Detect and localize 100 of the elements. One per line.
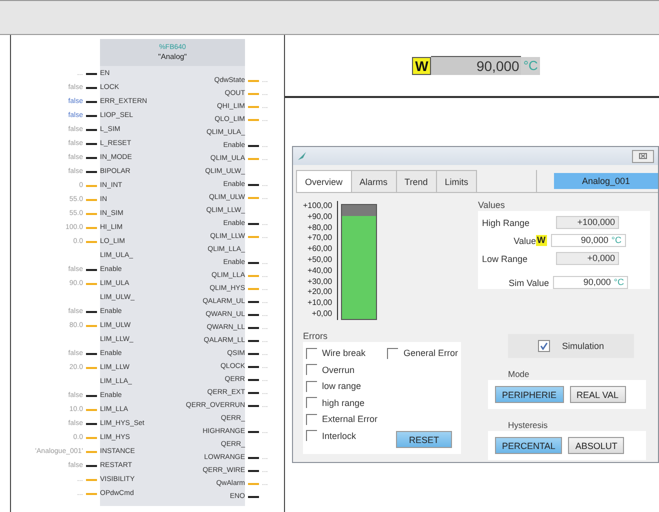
checkbox[interactable] [306, 380, 317, 392]
pin-wire [248, 326, 259, 328]
pin-wire [86, 73, 97, 75]
pin-wire [248, 456, 259, 458]
pin-wire [248, 340, 259, 342]
pin-wire [248, 92, 259, 94]
scale-label: +60,00 [303, 244, 338, 255]
pin-wire [248, 288, 259, 290]
pin-wire [86, 171, 97, 173]
pin-wire [86, 143, 97, 145]
checkbox-label: Wire break [322, 348, 366, 358]
pin-wire [86, 409, 97, 411]
pin-wire [248, 184, 259, 186]
pin-wire [86, 437, 97, 439]
scale-label: +30,00 [303, 276, 338, 288]
pin-wire [86, 115, 97, 117]
pin-wire [86, 353, 97, 355]
value-field: +100,000 [556, 216, 619, 229]
pin-wire [86, 87, 97, 89]
group-label: Mode [508, 368, 530, 380]
value-label: Low Range [482, 254, 529, 264]
pin-wire [248, 144, 259, 146]
checkbox[interactable] [306, 430, 317, 442]
pin-wire [86, 367, 97, 369]
pin-wire [248, 482, 259, 484]
pin-wire [86, 199, 97, 201]
checkbox-label: high range [322, 398, 365, 408]
pin-wire [86, 465, 97, 467]
scale-label: +80,00 [303, 222, 338, 234]
value-field: 90,000 °C [550, 234, 626, 247]
tab[interactable]: Alarms [350, 170, 397, 192]
pin-wire [86, 395, 97, 397]
pin-wire [86, 157, 97, 159]
checkbox[interactable] [306, 364, 317, 376]
pin-wire [248, 222, 259, 224]
value-display: 90,000 [431, 56, 522, 75]
pin-wire [248, 300, 259, 302]
scale-label: +10,00 [303, 298, 338, 309]
pin-wire [86, 269, 97, 271]
pin-wire [86, 185, 97, 187]
close-button[interactable] [632, 150, 654, 162]
value-field[interactable]: 90,000 °C [553, 276, 628, 289]
scale-label: +40,00 [303, 266, 338, 277]
value-symbol: W [412, 56, 432, 74]
pin-wire [86, 129, 97, 131]
checkbox[interactable] [306, 414, 317, 425]
pin-wire [86, 311, 97, 313]
checkbox-label: Interlock [322, 430, 356, 441]
checkbox-label: low range [322, 381, 362, 392]
checkbox-label: General Error [403, 348, 458, 358]
pin-wire [86, 227, 97, 229]
pin-wire [248, 430, 259, 432]
scale-label: +70,00 [303, 233, 338, 244]
tab[interactable]: Limits [436, 170, 478, 192]
pin-wire [86, 451, 97, 453]
pin-wire [248, 366, 259, 368]
pin-wire [248, 80, 259, 82]
pin-wire [248, 470, 259, 472]
checkbox[interactable] [387, 348, 398, 359]
checkbox[interactable] [538, 340, 550, 352]
instance-label: Analog_001 [554, 173, 658, 189]
pin-wire [248, 118, 259, 120]
value-label: High Range [482, 218, 531, 228]
pin-wire [86, 479, 97, 481]
value-symbol: W [536, 235, 546, 246]
option-button[interactable]: PERIPHERIE [495, 386, 564, 403]
tab[interactable]: Overview [296, 170, 352, 192]
checkbox-label: External Error [322, 414, 378, 424]
option-button[interactable]: PERCENTAL [495, 437, 562, 454]
pin-wire [248, 392, 259, 394]
checkbox[interactable] [306, 397, 317, 408]
pin-wire [86, 241, 97, 243]
pin-wire [248, 274, 259, 276]
checkbox[interactable] [306, 348, 317, 359]
group-label: Hysteresis [508, 419, 549, 431]
reset-button[interactable]: RESET [396, 431, 452, 448]
pin-wire [86, 213, 97, 215]
pin-wire [248, 314, 259, 316]
pin-wire [248, 236, 259, 238]
value-field: +0,000 [556, 252, 619, 265]
pin-wire [86, 283, 97, 285]
pin-wire [248, 106, 259, 108]
group-label: Errors [303, 330, 328, 342]
option-button[interactable]: ABSOLUT [568, 437, 624, 454]
value-label: Value [512, 236, 536, 246]
scale-label: +20,00 [303, 287, 338, 298]
option-button[interactable]: REAL VAL [570, 386, 626, 403]
checkbox-label: Overrun [322, 364, 355, 375]
pin-wire [248, 262, 259, 264]
tab[interactable]: Trend [396, 170, 437, 192]
pin-wire [248, 158, 259, 160]
group-label: Values [478, 199, 506, 211]
feather-icon [297, 151, 307, 161]
value-label: Sim Value [508, 278, 549, 288]
pin-wire [248, 404, 259, 406]
pin-wire [248, 496, 259, 498]
pin-wire [86, 423, 97, 425]
close-icon [639, 153, 647, 159]
pin-wire [248, 378, 259, 380]
pin-wire [86, 101, 97, 103]
